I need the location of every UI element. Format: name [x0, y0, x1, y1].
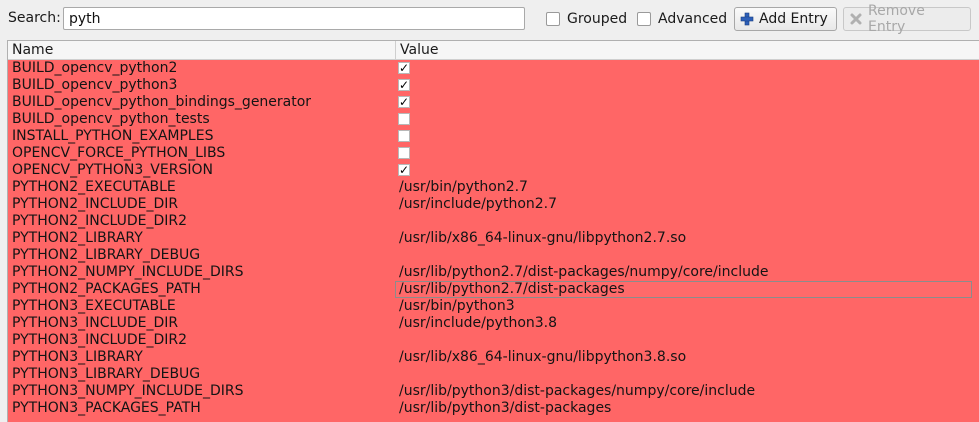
entry-value[interactable]: /usr/bin/python2.7 — [399, 179, 528, 196]
entry-name: PYTHON3_EXECUTABLE — [12, 298, 176, 314]
toolbar: Search: Grouped Advanced Add Entry Remov… — [0, 0, 979, 38]
table-row[interactable]: OPENCV_FORCE_PYTHON_LIBS — [8, 145, 979, 162]
entry-name: BUILD_opencv_python2 — [12, 60, 178, 76]
entry-value[interactable]: /usr/lib/x86_64-linux-gnu/libpython3.8.s… — [399, 349, 686, 366]
grouped-checkbox[interactable]: Grouped — [546, 11, 627, 27]
advanced-label: Advanced — [658, 11, 728, 27]
remove-entry-label: Remove Entry — [868, 3, 925, 35]
unchecked-checkbox[interactable] — [398, 113, 410, 125]
checked-checkbox[interactable]: ✓ — [398, 79, 410, 91]
value-column-header[interactable]: Value — [395, 41, 979, 59]
unchecked-checkbox[interactable] — [398, 130, 410, 142]
entry-name: PYTHON2_LIBRARY_DEBUG — [12, 247, 201, 263]
table-row[interactable]: PYTHON3_LIBRARY_DEBUG — [8, 366, 979, 383]
entry-name: PYTHON2_LIBRARY — [12, 230, 143, 246]
table-row[interactable]: BUILD_opencv_python2 ✓ — [8, 60, 979, 77]
advanced-checkbox[interactable]: Advanced — [637, 11, 727, 27]
table-row[interactable]: BUILD_opencv_python3 ✓ — [8, 77, 979, 94]
plus-icon — [740, 12, 754, 26]
entry-name: PYTHON3_PACKAGES_PATH — [12, 400, 201, 416]
table-row[interactable]: PYTHON3_INCLUDE_DIR/usr/include/python3.… — [8, 315, 979, 332]
entry-name: PYTHON2_INCLUDE_DIR2 — [12, 213, 188, 229]
table-row[interactable]: PYTHON2_INCLUDE_DIR2 — [8, 213, 979, 230]
table-row[interactable]: PYTHON3_EXECUTABLE/usr/bin/python3 — [8, 298, 979, 315]
entry-value[interactable]: /usr/lib/python2.7/dist-packages — [399, 281, 625, 298]
entry-name: BUILD_opencv_python_bindings_generator — [12, 94, 312, 110]
table-row[interactable]: PYTHON2_EXECUTABLE/usr/bin/python2.7 — [8, 179, 979, 196]
entry-name: PYTHON2_PACKAGES_PATH — [12, 281, 201, 297]
entry-name: PYTHON3_LIBRARY_DEBUG — [12, 366, 201, 382]
search-input[interactable] — [63, 7, 525, 30]
entry-name: OPENCV_FORCE_PYTHON_LIBS — [12, 145, 226, 161]
entry-name: PYTHON2_EXECUTABLE — [12, 179, 176, 195]
entry-name: PYTHON3_NUMPY_INCLUDE_DIRS — [12, 383, 244, 399]
entry-name: PYTHON2_NUMPY_INCLUDE_DIRS — [12, 264, 244, 280]
entry-value[interactable]: /usr/lib/python3/dist-packages/numpy/cor… — [399, 383, 755, 400]
table-body: BUILD_opencv_python2 ✓ BUILD_opencv_python… — [8, 60, 979, 417]
entry-value[interactable]: /usr/lib/python2.7/dist-packages/numpy/c… — [399, 264, 768, 281]
table-row[interactable]: PYTHON2_LIBRARY/usr/lib/x86_64-linux-gnu… — [8, 230, 979, 247]
entry-value[interactable]: /usr/include/python3.8 — [399, 315, 557, 332]
entry-value[interactable]: /usr/include/python2.7 — [399, 196, 557, 213]
table-row[interactable]: PYTHON2_INCLUDE_DIR/usr/include/python2.… — [8, 196, 979, 213]
table-header: Name Value — [8, 41, 979, 60]
advanced-checkbox-box[interactable] — [637, 12, 651, 26]
table-row[interactable]: PYTHON3_PACKAGES_PATH/usr/lib/python3/di… — [8, 400, 979, 417]
entry-name: PYTHON3_LIBRARY — [12, 349, 143, 365]
remove-entry-button[interactable]: Remove Entry — [843, 3, 971, 35]
entry-name: PYTHON3_INCLUDE_DIR — [12, 315, 179, 331]
grouped-label: Grouped — [567, 11, 628, 27]
entry-value[interactable]: /usr/lib/python3/dist-packages — [399, 400, 611, 417]
table-row[interactable]: OPENCV_PYTHON3_VERSION ✓ — [8, 162, 979, 179]
cache-table: Name Value BUILD_opencv_python2 ✓ BUILD_op… — [7, 40, 979, 422]
table-row[interactable]: BUILD_opencv_python_tests — [8, 111, 979, 128]
table-row[interactable]: INSTALL_PYTHON_EXAMPLES — [8, 128, 979, 145]
checked-checkbox[interactable]: ✓ — [398, 62, 410, 74]
table-row[interactable]: BUILD_opencv_python_bindings_generator ✓ — [8, 94, 979, 111]
entry-name: OPENCV_PYTHON3_VERSION — [12, 162, 213, 178]
x-icon — [849, 12, 863, 26]
entry-name: BUILD_opencv_python_tests — [12, 111, 210, 127]
table-row[interactable]: PYTHON2_LIBRARY_DEBUG — [8, 247, 979, 264]
table-row[interactable]: PYTHON2_PACKAGES_PATH/usr/lib/python2.7/… — [8, 281, 979, 298]
checked-checkbox[interactable]: ✓ — [398, 164, 410, 176]
entry-name: INSTALL_PYTHON_EXAMPLES — [12, 128, 214, 144]
entry-value[interactable]: /usr/lib/x86_64-linux-gnu/libpython2.7.s… — [399, 230, 686, 247]
name-column-header[interactable]: Name — [8, 41, 53, 59]
table-row[interactable]: PYTHON3_NUMPY_INCLUDE_DIRS/usr/lib/pytho… — [8, 383, 979, 400]
table-row[interactable]: PYTHON2_NUMPY_INCLUDE_DIRS/usr/lib/pytho… — [8, 264, 979, 281]
entry-name: BUILD_opencv_python3 — [12, 77, 178, 93]
table-row[interactable]: PYTHON3_INCLUDE_DIR2 — [8, 332, 979, 349]
search-label: Search: — [8, 10, 61, 26]
entry-value[interactable]: /usr/bin/python3 — [399, 298, 515, 315]
table-row[interactable]: PYTHON3_LIBRARY/usr/lib/x86_64-linux-gnu… — [8, 349, 979, 366]
add-entry-label: Add Entry — [759, 11, 828, 27]
entry-name: PYTHON3_INCLUDE_DIR2 — [12, 332, 188, 348]
add-entry-button[interactable]: Add Entry — [734, 7, 837, 31]
unchecked-checkbox[interactable] — [398, 147, 410, 159]
checked-checkbox[interactable]: ✓ — [398, 96, 410, 108]
grouped-checkbox-box[interactable] — [546, 12, 560, 26]
entry-name: PYTHON2_INCLUDE_DIR — [12, 196, 179, 212]
